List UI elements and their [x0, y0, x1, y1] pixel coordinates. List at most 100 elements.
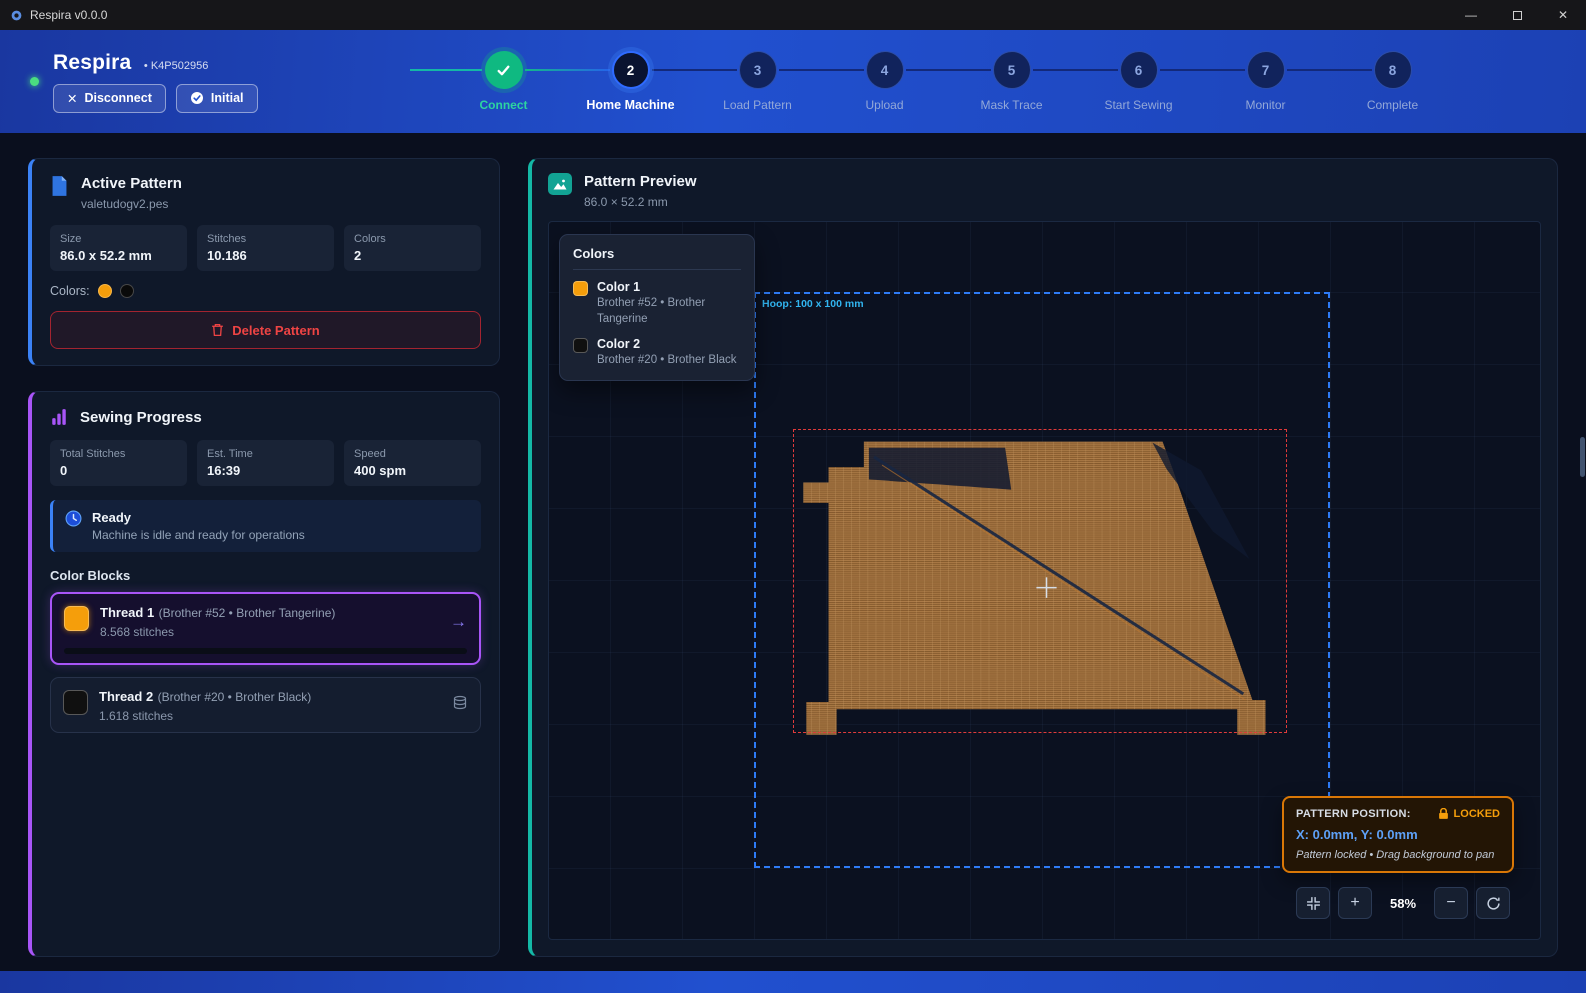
legend-swatch-1	[573, 281, 588, 296]
serial-number: K4P502956	[151, 60, 209, 72]
initial-button[interactable]: Initial	[176, 84, 258, 113]
step-label: Upload	[865, 98, 903, 112]
delete-pattern-button[interactable]: Delete Pattern	[50, 311, 481, 349]
titlebar: Respira v0.0.0 — ✕	[0, 0, 1586, 30]
position-title: PATTERN POSITION:	[1296, 808, 1411, 820]
locked-badge: LOCKED	[1438, 808, 1500, 820]
colors-label: Colors:	[50, 284, 90, 298]
step-connect[interactable]: Connect	[440, 51, 567, 112]
minus-icon: −	[1446, 894, 1455, 912]
fit-view-button[interactable]	[1296, 887, 1330, 919]
status-title: Ready	[92, 510, 305, 525]
document-icon	[50, 175, 69, 197]
preview-canvas[interactable]: Hoop: 100 x 100 mm Colors Color 1 Brothe…	[548, 221, 1541, 940]
position-hint: Pattern locked • Drag background to pan	[1296, 849, 1500, 861]
clock-icon	[65, 510, 82, 527]
step-label: Complete	[1367, 98, 1418, 112]
x-icon: ✕	[67, 91, 77, 106]
step-complete[interactable]: 8 Complete	[1329, 51, 1456, 112]
disconnect-button[interactable]: ✕ Disconnect	[53, 84, 166, 113]
card-title: Sewing Progress	[80, 409, 202, 426]
minimize-icon: —	[1465, 8, 1477, 22]
position-coordinates: X: 0.0mm, Y: 0.0mm	[1296, 827, 1500, 842]
thread-2-swatch	[63, 690, 88, 715]
app-header: Respira • K4P502956 ✕ Disconnect Initial	[0, 30, 1586, 133]
minimize-button[interactable]: —	[1448, 0, 1494, 30]
step-label: Load Pattern	[723, 98, 792, 112]
pattern-filename: valetudogv2.pes	[81, 197, 182, 211]
step-mask-trace[interactable]: 5 Mask Trace	[948, 51, 1075, 112]
trash-icon	[211, 323, 224, 337]
stat-est-time: Est. Time 16:39	[197, 440, 334, 486]
sewing-progress-card: Sewing Progress Total Stitches 0 Est. Ti…	[28, 391, 500, 957]
stat-total-stitches: Total Stitches 0	[50, 440, 187, 486]
step-start-sewing-circle: 6	[1120, 51, 1158, 89]
main-content: Active Pattern valetudogv2.pes Size 86.0…	[0, 133, 1586, 971]
stat-colors: Colors 2	[344, 225, 481, 271]
app-icon	[10, 9, 23, 22]
footer-bar	[0, 971, 1586, 993]
connection-status-dot	[30, 77, 39, 86]
active-pattern-card: Active Pattern valetudogv2.pes Size 86.0…	[28, 158, 500, 366]
legend-swatch-2	[573, 338, 588, 353]
app-name: Respira	[53, 51, 131, 74]
legend-title: Colors	[573, 246, 741, 270]
thread-1-progress	[64, 648, 467, 654]
color-dot-1	[98, 284, 112, 298]
pattern-bounds	[793, 429, 1287, 733]
arrow-right-icon: →	[450, 612, 467, 632]
machine-status-box: Ready Machine is idle and ready for oper…	[50, 500, 481, 552]
zoom-in-button[interactable]: +	[1338, 887, 1372, 919]
zoom-out-button[interactable]: −	[1434, 887, 1468, 919]
legend-item-1: Color 1 Brother #52 • Brother Tangerine	[573, 280, 741, 327]
step-upload[interactable]: 4 Upload	[821, 51, 948, 112]
thread-block-1[interactable]: Thread 1 (Brother #52 • Brother Tangerin…	[50, 592, 481, 665]
zoom-level: 58%	[1380, 896, 1426, 911]
zoom-controls: + 58% −	[1296, 887, 1510, 919]
step-label: Mask Trace	[980, 98, 1042, 112]
bar-chart-icon	[50, 408, 68, 426]
step-label: Start Sewing	[1104, 98, 1172, 112]
step-upload-circle: 4	[866, 51, 904, 89]
thread-1-swatch	[64, 606, 89, 631]
maximize-icon	[1513, 11, 1522, 20]
scrollbar-thumb[interactable]	[1580, 437, 1585, 477]
step-start-sewing[interactable]: 6 Start Sewing	[1075, 51, 1202, 112]
step-label: Monitor	[1245, 98, 1285, 112]
reset-view-button[interactable]	[1476, 887, 1510, 919]
step-monitor[interactable]: 7 Monitor	[1202, 51, 1329, 112]
step-load-pattern[interactable]: 3 Load Pattern	[694, 51, 821, 112]
thread-block-2[interactable]: Thread 2 (Brother #20 • Brother Black) 1…	[50, 677, 481, 733]
color-legend: Colors Color 1 Brother #52 • Brother Tan…	[559, 234, 755, 381]
step-complete-circle: 8	[1374, 51, 1412, 89]
right-column: Pattern Preview 86.0 × 52.2 mm	[528, 158, 1558, 957]
check-circle-icon	[190, 91, 204, 105]
image-icon	[548, 173, 572, 195]
workflow-stepper: Connect 2 Home Machine 3 Load Pattern 4 …	[440, 51, 1456, 112]
stat-stitches: Stitches 10.186	[197, 225, 334, 271]
pattern-preview-card: Pattern Preview 86.0 × 52.2 mm	[528, 158, 1558, 957]
step-home-machine-circle: 2	[612, 51, 650, 89]
refresh-icon	[1486, 896, 1501, 911]
step-load-pattern-circle: 3	[739, 51, 777, 89]
app-window: Respira v0.0.0 — ✕ Respira • K4P502956 ✕…	[0, 0, 1586, 993]
check-icon	[495, 62, 512, 79]
step-monitor-circle: 7	[1247, 51, 1285, 89]
step-home-machine[interactable]: 2 Home Machine	[567, 51, 694, 112]
maximize-button[interactable]	[1494, 0, 1540, 30]
fit-view-icon	[1306, 896, 1321, 911]
card-title: Pattern Preview	[584, 173, 697, 190]
serial-bullet: •	[144, 60, 148, 72]
stat-size: Size 86.0 x 52.2 mm	[50, 225, 187, 271]
step-connect-circle	[485, 51, 523, 89]
step-mask-trace-circle: 5	[993, 51, 1031, 89]
stat-speed: Speed 400 spm	[344, 440, 481, 486]
preview-dimensions: 86.0 × 52.2 mm	[584, 195, 697, 209]
status-message: Machine is idle and ready for operations	[92, 528, 305, 542]
close-button[interactable]: ✕	[1540, 0, 1586, 30]
card-title: Active Pattern	[81, 175, 182, 192]
disconnect-label: Disconnect	[84, 91, 151, 105]
legend-item-2: Color 2 Brother #20 • Brother Black	[573, 337, 741, 369]
plus-icon: +	[1350, 894, 1359, 912]
step-label: Connect	[480, 98, 528, 112]
